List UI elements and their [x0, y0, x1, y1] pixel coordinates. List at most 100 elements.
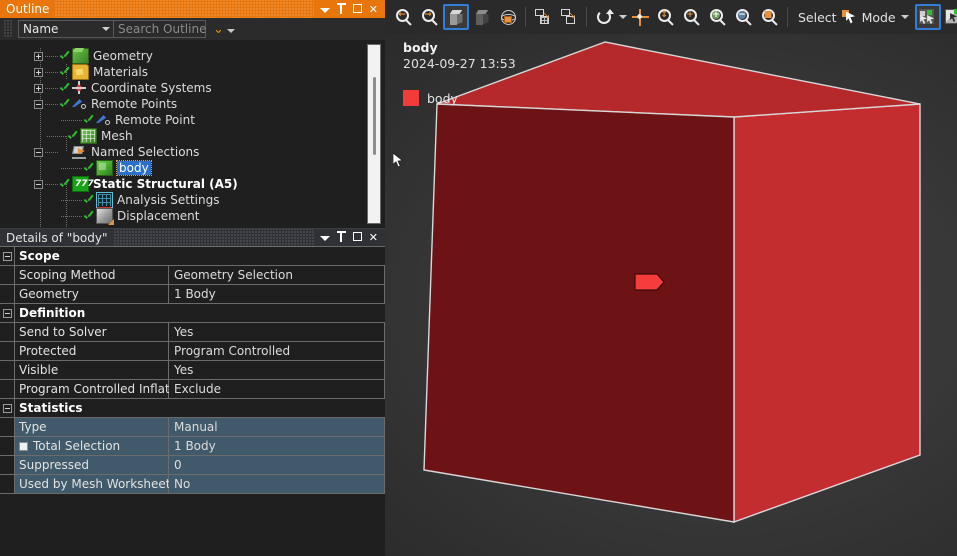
outline-tree[interactable]: Geometry Materials Coordinate Systems Re…: [0, 40, 385, 228]
row-value[interactable]: Geometry Selection: [169, 266, 385, 284]
expander-icon[interactable]: [34, 51, 43, 61]
row-gutter: [0, 266, 14, 284]
section-collapse-toggle[interactable]: [0, 399, 14, 417]
remote-point-marker[interactable]: [634, 273, 665, 291]
details-title-grip[interactable]: [113, 228, 314, 247]
viewport-timestamp: 2024-09-27 13:53: [403, 56, 516, 71]
zoom-previous-icon[interactable]: ←: [391, 4, 417, 30]
row-gutter: [0, 380, 14, 398]
outline-pin-icon[interactable]: [336, 2, 346, 16]
details-row-send-to-solver[interactable]: Send to Solver Yes: [0, 323, 385, 342]
details-row-program-controlled-inflation[interactable]: Program Controlled Inflation Exclude: [0, 380, 385, 399]
outline-maximize-icon[interactable]: [352, 3, 362, 15]
graphics-area: ← → ↘ ↘ ↕ + + − ■ Select Mode body 2024-…: [385, 0, 957, 556]
rotate-dropdown-caret-icon[interactable]: [619, 15, 627, 19]
tree-item-geometry[interactable]: Geometry: [34, 48, 153, 64]
row-value[interactable]: 1 Body: [169, 285, 385, 303]
outline-close-icon[interactable]: ✕: [369, 4, 378, 15]
search-options-caret-icon[interactable]: [226, 29, 235, 33]
details-pin-icon[interactable]: [336, 231, 346, 244]
toolbar-separator: [787, 7, 788, 27]
expander-icon[interactable]: [34, 147, 43, 157]
row-value[interactable]: Exclude: [169, 380, 385, 398]
expander-icon[interactable]: [34, 179, 43, 189]
tree-item-named-selections[interactable]: Named Selections: [34, 144, 199, 160]
shaded-exterior-icon[interactable]: [469, 4, 495, 30]
outline-menu-caret-icon[interactable]: [319, 4, 330, 15]
toolbar-separator: [525, 7, 526, 27]
filter-row-grip[interactable]: [4, 20, 13, 38]
show-vertices-icon[interactable]: ↘: [556, 4, 582, 30]
row-value[interactable]: Manual: [169, 418, 385, 436]
box-zoom-icon[interactable]: +: [679, 4, 705, 30]
tree-item-mesh[interactable]: Mesh: [46, 128, 133, 144]
outline-vertical-scrollbar[interactable]: [367, 44, 381, 224]
search-expand-chevron-icon[interactable]: ⌄: [213, 23, 224, 36]
tree-item-body[interactable]: body: [60, 160, 152, 176]
zoom-to-selection-icon[interactable]: ■: [757, 4, 783, 30]
details-maximize-icon[interactable]: [352, 232, 362, 243]
row-value[interactable]: Yes: [169, 323, 385, 341]
tree-item-static-structural[interactable]: 777 Static Structural (A5): [34, 176, 238, 192]
tree-item-label: Displacement: [117, 209, 200, 223]
details-section-statistics[interactable]: Statistics: [0, 399, 385, 418]
vertex-select-icon[interactable]: [941, 4, 957, 30]
tree-item-remote-points[interactable]: Remote Points: [34, 96, 177, 112]
zoom-next-icon[interactable]: →: [417, 4, 443, 30]
tree-item-remote-point[interactable]: Remote Point: [60, 112, 195, 128]
viewport-header: body 2024-09-27 13:53: [403, 40, 516, 72]
row-value[interactable]: 0: [169, 456, 385, 474]
box-face-right[interactable]: [733, 103, 921, 523]
row-value[interactable]: 1 Body: [169, 437, 385, 455]
section-collapse-toggle[interactable]: [0, 304, 14, 322]
details-row-scoping-method[interactable]: Scoping Method Geometry Selection: [0, 266, 385, 285]
select-cursor-icon[interactable]: [840, 4, 860, 30]
details-row-suppressed[interactable]: Suppressed 0: [0, 456, 385, 475]
tree-item-analysis-settings[interactable]: Analysis Settings: [60, 192, 219, 209]
row-value[interactable]: Program Controlled: [169, 342, 385, 360]
outline-filter-field-select[interactable]: Name: [18, 20, 114, 38]
outline-search-input[interactable]: Search Outline: [114, 20, 206, 38]
box-face-front[interactable]: [423, 103, 735, 523]
details-close-icon[interactable]: ✕: [369, 232, 378, 243]
remote-point-icon: [96, 113, 111, 127]
zoom-to-fit-icon[interactable]: +: [705, 4, 731, 30]
select-mode-icon[interactable]: [914, 4, 941, 30]
expander-icon[interactable]: [34, 67, 43, 77]
zoom-icon[interactable]: ↕: [653, 4, 679, 30]
3d-viewport[interactable]: body 2024-09-27 13:53 body: [385, 34, 957, 556]
total-selection-checkbox[interactable]: [19, 441, 28, 451]
tree-item-label: Named Selections: [91, 145, 200, 159]
row-value[interactable]: Yes: [169, 361, 385, 379]
details-row-geometry[interactable]: Geometry 1 Body: [0, 285, 385, 304]
pan-icon[interactable]: [627, 4, 653, 30]
rotate-icon[interactable]: [591, 4, 617, 30]
wireframe-icon[interactable]: [495, 4, 521, 30]
row-gutter: [0, 475, 14, 493]
details-menu-caret-icon[interactable]: [319, 232, 330, 243]
details-row-total-selection[interactable]: Total Selection 1 Body: [0, 437, 385, 456]
chevron-down-icon[interactable]: [99, 27, 113, 31]
magnify-icon[interactable]: −: [731, 4, 757, 30]
details-section-definition[interactable]: Definition: [0, 304, 385, 323]
details-section-scope[interactable]: Scope: [0, 247, 385, 266]
outline-title-grip[interactable]: [55, 0, 314, 18]
geometry-canvas[interactable]: [385, 34, 957, 556]
mode-dropdown-caret-icon[interactable]: [900, 15, 909, 19]
row-gutter: [0, 323, 14, 341]
details-row-visible[interactable]: Visible Yes: [0, 361, 385, 380]
shaded-exterior-and-edges-icon[interactable]: [443, 4, 469, 30]
expander-icon[interactable]: [34, 99, 43, 109]
details-row-type[interactable]: Type Manual: [0, 418, 385, 437]
tree-item-materials[interactable]: Materials: [34, 64, 148, 80]
tree-item-displacement[interactable]: Displacement: [60, 208, 200, 224]
expander-icon[interactable]: [34, 83, 43, 93]
show-mesh-icon[interactable]: ↘: [530, 4, 556, 30]
details-row-used-by-mesh-worksheet[interactable]: Used by Mesh Worksheet No: [0, 475, 385, 494]
scrollbar-thumb[interactable]: [373, 77, 376, 155]
tree-item-coordinate-systems[interactable]: Coordinate Systems: [34, 80, 212, 96]
row-value[interactable]: No: [169, 475, 385, 493]
details-row-protected[interactable]: Protected Program Controlled: [0, 342, 385, 361]
section-collapse-toggle[interactable]: [0, 247, 14, 265]
viewport-title: body: [403, 40, 438, 55]
